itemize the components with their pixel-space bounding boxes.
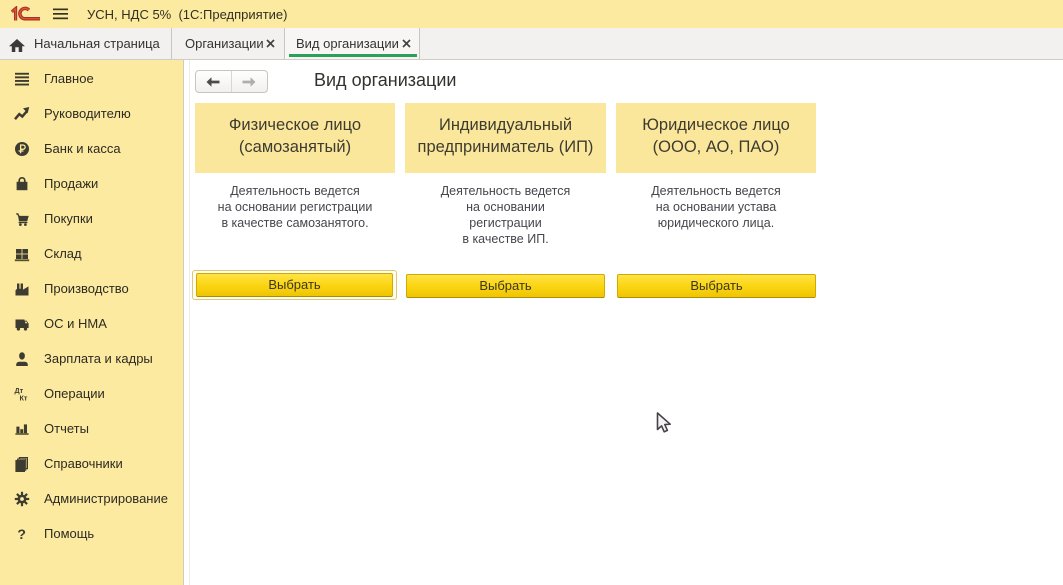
svg-text:?: ?	[17, 526, 26, 542]
svg-text:Кт: Кт	[20, 393, 28, 401]
